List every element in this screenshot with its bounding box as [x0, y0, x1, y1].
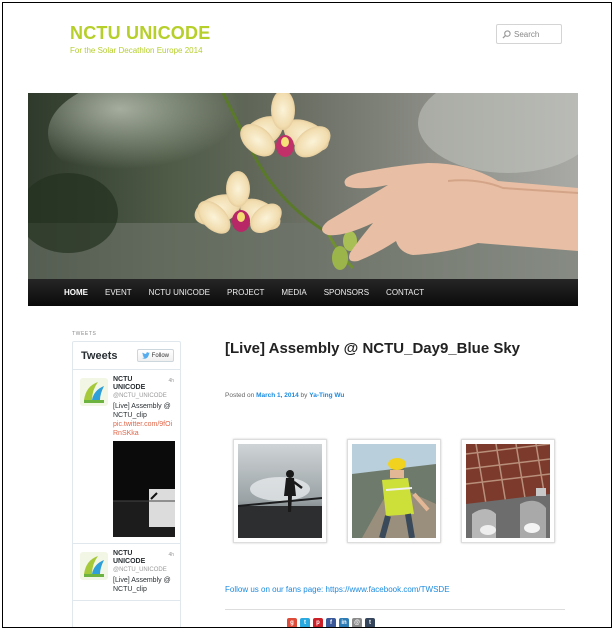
- tweet-timestamp[interactable]: 4h: [168, 378, 174, 384]
- search-box[interactable]: [496, 24, 562, 44]
- nav-item-contact[interactable]: CONTACT: [386, 288, 424, 297]
- nav-item-project[interactable]: PROJECT: [227, 288, 264, 297]
- post-meta-by: by: [300, 392, 308, 399]
- nav-item-home[interactable]: HOME: [64, 288, 88, 297]
- gallery-thumbnail[interactable]: [461, 439, 555, 543]
- tweet-timestamp[interactable]: 4h: [168, 552, 174, 558]
- main-navigation: HOME EVENT NCTU UNICODE PROJECT MEDIA SP…: [28, 279, 578, 306]
- post-date-link[interactable]: March 1, 2014: [256, 392, 299, 399]
- tweet-author-handle[interactable]: @NCTU_UNICODE: [113, 566, 176, 575]
- tweet-text: [Live] Assembly @ NCTU_clip: [113, 403, 171, 419]
- twitter-widget-header: Tweets Follow: [73, 342, 180, 370]
- twitter-bird-icon: [141, 352, 150, 359]
- tweet-author-name[interactable]: NCTU UNICODE: [113, 376, 161, 392]
- site-description: For the Solar Decathlon Europe 2014: [70, 46, 203, 55]
- search-icon: [502, 29, 511, 39]
- tweet-author-handle[interactable]: @NCTU_UNICODE: [113, 392, 176, 401]
- pinterest-icon[interactable]: p: [313, 618, 323, 627]
- tweet-media-link[interactable]: pic.twitter.com/9fOiRnSKka: [113, 420, 173, 438]
- post-meta: Posted on March 1, 2014 by Ya-Ting Wu: [225, 392, 344, 399]
- gallery-photo-worker: [352, 444, 436, 538]
- twitter-widget-title[interactable]: Tweets: [81, 350, 117, 362]
- tumblr-icon[interactable]: t: [365, 618, 375, 627]
- linkedin-icon[interactable]: in: [339, 618, 349, 627]
- facebook-icon[interactable]: f: [326, 618, 336, 627]
- share-buttons: g t p f in @ t: [287, 618, 375, 627]
- post-gallery: [233, 439, 555, 543]
- divider: [225, 609, 565, 610]
- site-title[interactable]: NCTU UNICODE: [70, 23, 210, 44]
- nav-item-media[interactable]: MEDIA: [281, 288, 306, 297]
- tweet-item[interactable]: NCTU UNICODE 4h @NCTU_UNICODE [Live] Ass…: [73, 544, 180, 601]
- gallery-thumbnail[interactable]: [233, 439, 327, 543]
- email-icon[interactable]: @: [352, 618, 362, 627]
- gallery-photo-silhouette: [238, 444, 322, 538]
- follow-button-label: Follow: [151, 352, 169, 359]
- avatar[interactable]: [80, 552, 108, 580]
- facebook-follow-link[interactable]: Follow us on our fans page: https://www.…: [225, 585, 450, 594]
- tweet-author-name[interactable]: NCTU UNICODE: [113, 550, 161, 566]
- nav-item-nctu-unicode[interactable]: NCTU UNICODE: [149, 288, 210, 297]
- post-title[interactable]: [Live] Assembly @ NCTU_Day9_Blue Sky: [225, 337, 525, 360]
- nav-item-sponsors[interactable]: SPONSORS: [324, 288, 369, 297]
- twitter-icon[interactable]: t: [300, 618, 310, 627]
- gallery-photo-feet: [466, 444, 550, 538]
- browser-viewport: NCTU UNICODE For the Solar Decathlon Eur…: [2, 2, 612, 628]
- nav-item-event[interactable]: EVENT: [105, 288, 132, 297]
- search-input[interactable]: [514, 29, 560, 39]
- post-meta-prefix: Posted on: [225, 392, 255, 399]
- post-author-link[interactable]: Ya-Ting Wu: [309, 392, 344, 399]
- twitter-widget: Tweets Follow NCTU UNICODE 4h @NCTU_UNIC…: [72, 341, 181, 627]
- sidebar-section-label: TWEETS: [72, 331, 97, 337]
- follow-button[interactable]: Follow: [136, 349, 174, 362]
- gallery-thumbnail[interactable]: [347, 439, 441, 543]
- header-image: [28, 93, 578, 279]
- google-plus-icon[interactable]: g: [287, 618, 297, 627]
- avatar[interactable]: [80, 378, 108, 406]
- tweet-text: [Live] Assembly @ NCTU_clip: [113, 577, 171, 593]
- tweet-media-image[interactable]: [113, 441, 175, 537]
- tweet-item[interactable]: NCTU UNICODE 4h @NCTU_UNICODE [Live] Ass…: [73, 370, 180, 544]
